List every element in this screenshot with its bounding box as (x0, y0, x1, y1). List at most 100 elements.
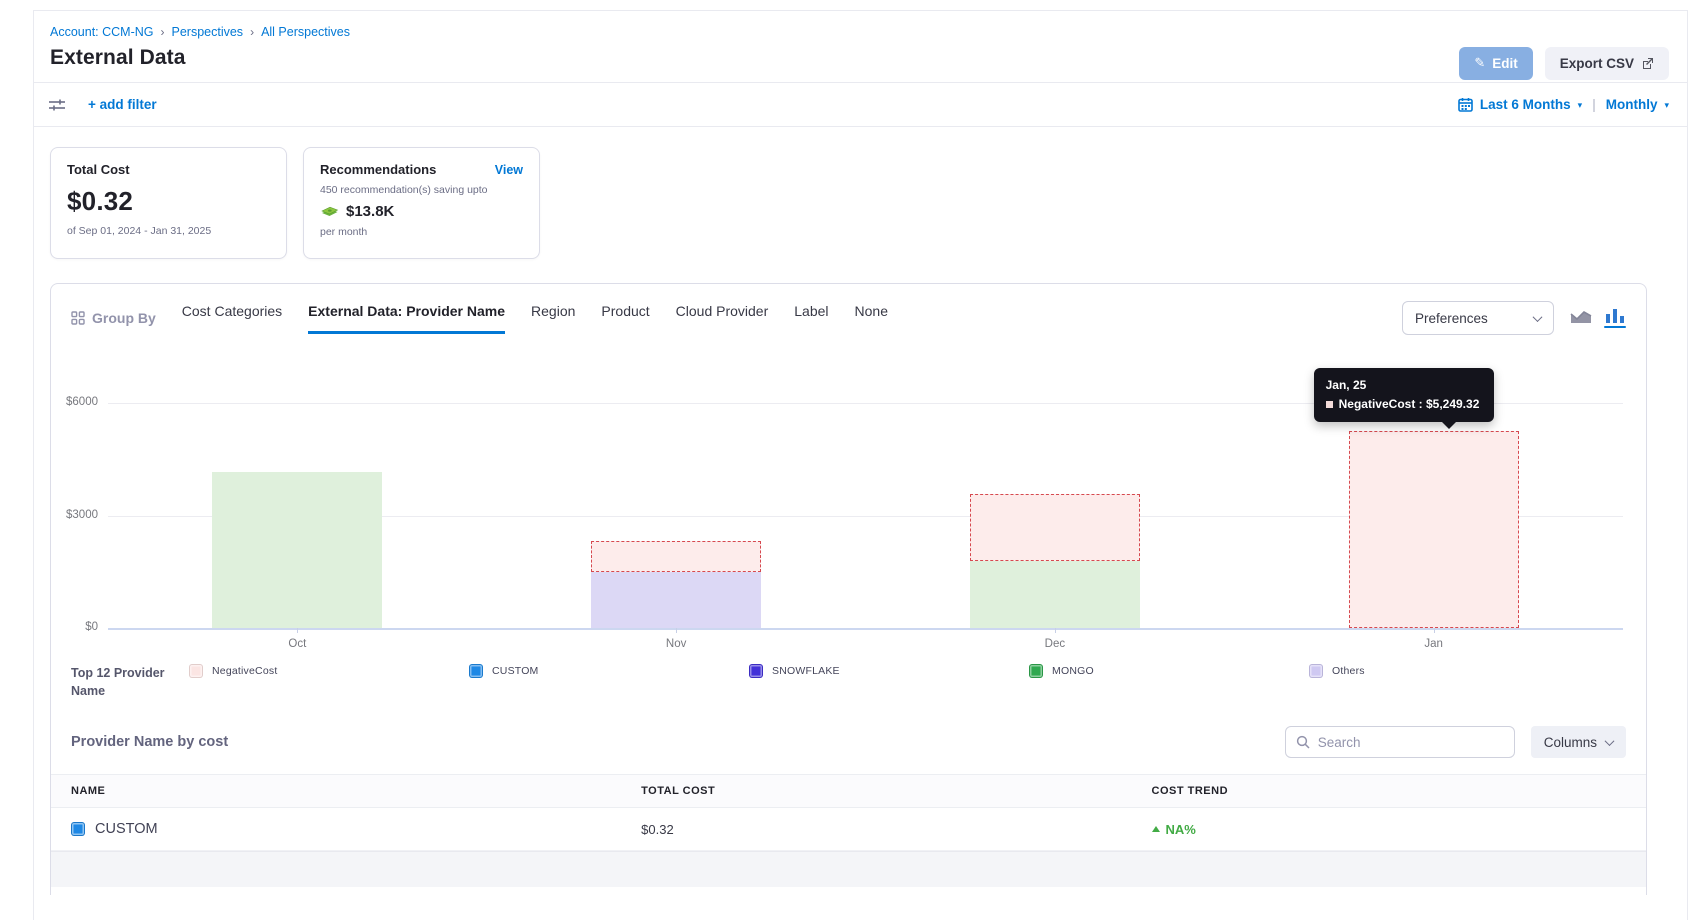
legend-label: NegativeCost (212, 665, 277, 677)
x-axis-tick-label: Oct (252, 638, 342, 650)
legend-label: MONGO (1052, 665, 1094, 677)
trend-up-icon (1152, 826, 1160, 832)
active-chart-type-underline (1604, 326, 1626, 328)
group-by-tabs: Cost Categories External Data: Provider N… (182, 303, 888, 334)
x-axis-tick-label: Nov (631, 638, 721, 650)
tooltip-series-bullet (1326, 401, 1333, 408)
columns-button[interactable]: Columns (1531, 726, 1626, 758)
filter-settings-icon[interactable] (48, 97, 66, 113)
legend-swatch (469, 664, 483, 678)
preferences-dropdown[interactable]: Preferences (1402, 301, 1554, 335)
legend-item-negativecost[interactable]: NegativeCost (189, 664, 469, 678)
legend-swatch (189, 664, 203, 678)
perspective-body-card: Group By Cost Categories External Data: P… (50, 283, 1647, 895)
trend-value: NA% (1166, 822, 1196, 837)
divider: | (1592, 97, 1596, 112)
recommendations-card: Recommendations View 450 recommendation(… (303, 147, 540, 259)
page-header: Account: CCM-NG›Perspectives›All Perspec… (34, 11, 1687, 83)
total-cost-label: Total Cost (67, 162, 270, 177)
provider-cost-table: NAME TOTAL COST COST TREND CUSTOM$0.32NA… (51, 774, 1646, 887)
group-by-label-wrap: Group By (71, 310, 156, 326)
search-icon (1296, 735, 1310, 749)
provider-swatch (71, 822, 85, 836)
groupby-tab-external-data-provider-name[interactable]: External Data: Provider Name (308, 303, 505, 334)
x-axis-tick (1434, 628, 1435, 633)
legend-label: CUSTOM (492, 665, 539, 677)
bar-chart-icon[interactable] (1604, 308, 1626, 328)
summary-cards: Total Cost $0.32 of Sep 01, 2024 - Jan 3… (34, 127, 1687, 283)
tooltip-title: Jan, 25 (1326, 376, 1482, 395)
groupby-tab-label[interactable]: Label (794, 303, 828, 334)
column-header-name: NAME (51, 785, 641, 797)
groupby-tab-region[interactable]: Region (531, 303, 575, 334)
y-axis-tick-label: $0 (51, 621, 98, 633)
groupby-tab-cost-categories[interactable]: Cost Categories (182, 303, 282, 334)
edit-button-label: Edit (1492, 56, 1518, 71)
add-filter-button[interactable]: + add filter (88, 97, 157, 112)
table-footer-strip (51, 851, 1646, 887)
bar-nov-negativecost[interactable] (591, 541, 761, 572)
legend-title: Top 12 Provider Name (71, 664, 189, 700)
legend-label: Others (1332, 665, 1365, 677)
chevron-down-icon: ▾ (1664, 100, 1669, 111)
tooltip-value: NegativeCost : $5,249.32 (1326, 395, 1482, 414)
bar-dec-negativecost[interactable] (970, 494, 1140, 561)
breadcrumb-link[interactable]: Perspectives (172, 25, 244, 39)
bar-nov-snowflake[interactable] (591, 572, 761, 628)
bar-jan-negativecost[interactable] (1349, 431, 1519, 628)
y-axis-tick-label: $3000 (51, 509, 98, 521)
granularity-dropdown[interactable]: Monthly ▾ (1606, 97, 1669, 112)
legend-item-custom[interactable]: CUSTOM (469, 664, 749, 678)
legend-swatch (1029, 664, 1043, 678)
x-axis-tick (676, 628, 677, 633)
table-row[interactable]: CUSTOM$0.32NA% (51, 808, 1646, 851)
filter-bar: + add filter Last 6 Months ▾ | Monthly ▾ (34, 83, 1687, 127)
legend-items: NegativeCost CUSTOM SNOWFLAKE MONGO Others (189, 664, 1626, 678)
y-axis-tick-label: $6000 (51, 396, 98, 408)
date-range-dropdown[interactable]: Last 6 Months ▾ (1458, 97, 1582, 112)
export-csv-button[interactable]: Export CSV (1545, 47, 1669, 80)
area-chart-icon[interactable] (1570, 308, 1592, 325)
legend-item-snowflake[interactable]: SNOWFLAKE (749, 664, 1029, 678)
grid-icon (71, 311, 85, 325)
main-panel: Account: CCM-NG›Perspectives›All Perspec… (33, 10, 1688, 920)
column-header-cost-trend: COST TREND (1152, 785, 1646, 797)
cell-total-cost: $0.32 (641, 822, 1151, 837)
table-header-row: NAME TOTAL COST COST TREND (51, 774, 1646, 808)
search-box (1285, 726, 1515, 758)
breadcrumb-separator: › (161, 25, 165, 39)
search-input[interactable] (1318, 735, 1498, 750)
x-axis-tick-label: Dec (1010, 638, 1100, 650)
bar-oct-mongo[interactable] (212, 472, 382, 628)
export-csv-label: Export CSV (1560, 56, 1634, 71)
groupby-tab-none[interactable]: None (855, 303, 888, 334)
legend-item-mongo[interactable]: MONGO (1029, 664, 1309, 678)
legend-swatch (749, 664, 763, 678)
groupby-tab-cloud-provider[interactable]: Cloud Provider (676, 303, 769, 334)
bar-dec-mongo[interactable] (970, 561, 1140, 628)
x-axis-tick-label: Jan (1389, 638, 1479, 650)
breadcrumb-link[interactable]: Account: CCM-NG (50, 25, 154, 39)
recommendations-label: Recommendations (320, 162, 436, 177)
chevron-down-icon: ▾ (1578, 100, 1583, 111)
x-axis-tick (297, 628, 298, 633)
edit-button[interactable]: ✎ Edit (1459, 47, 1532, 80)
total-cost-period: of Sep 01, 2024 - Jan 31, 2025 (67, 225, 270, 237)
column-header-total-cost: TOTAL COST (641, 785, 1151, 797)
date-range-value: Last 6 Months (1480, 97, 1571, 112)
x-axis-tick (1055, 628, 1056, 633)
total-cost-value: $0.32 (67, 186, 270, 217)
table-section-title: Provider Name by cost (71, 734, 228, 750)
page-title: External Data (50, 46, 1671, 70)
preferences-label: Preferences (1415, 311, 1488, 326)
granularity-value: Monthly (1606, 97, 1658, 112)
view-recommendations-link[interactable]: View (495, 163, 523, 177)
chevron-down-icon (1533, 312, 1543, 322)
recommendations-line2: per month (320, 226, 523, 238)
recommendations-line1: 450 recommendation(s) saving upto (320, 184, 523, 196)
chart-tooltip: Jan, 25NegativeCost : $5,249.32 (1314, 368, 1494, 422)
breadcrumb-link[interactable]: All Perspectives (261, 25, 350, 39)
legend-swatch (1309, 664, 1323, 678)
groupby-tab-product[interactable]: Product (601, 303, 649, 334)
legend-item-others[interactable]: Others (1309, 664, 1589, 678)
